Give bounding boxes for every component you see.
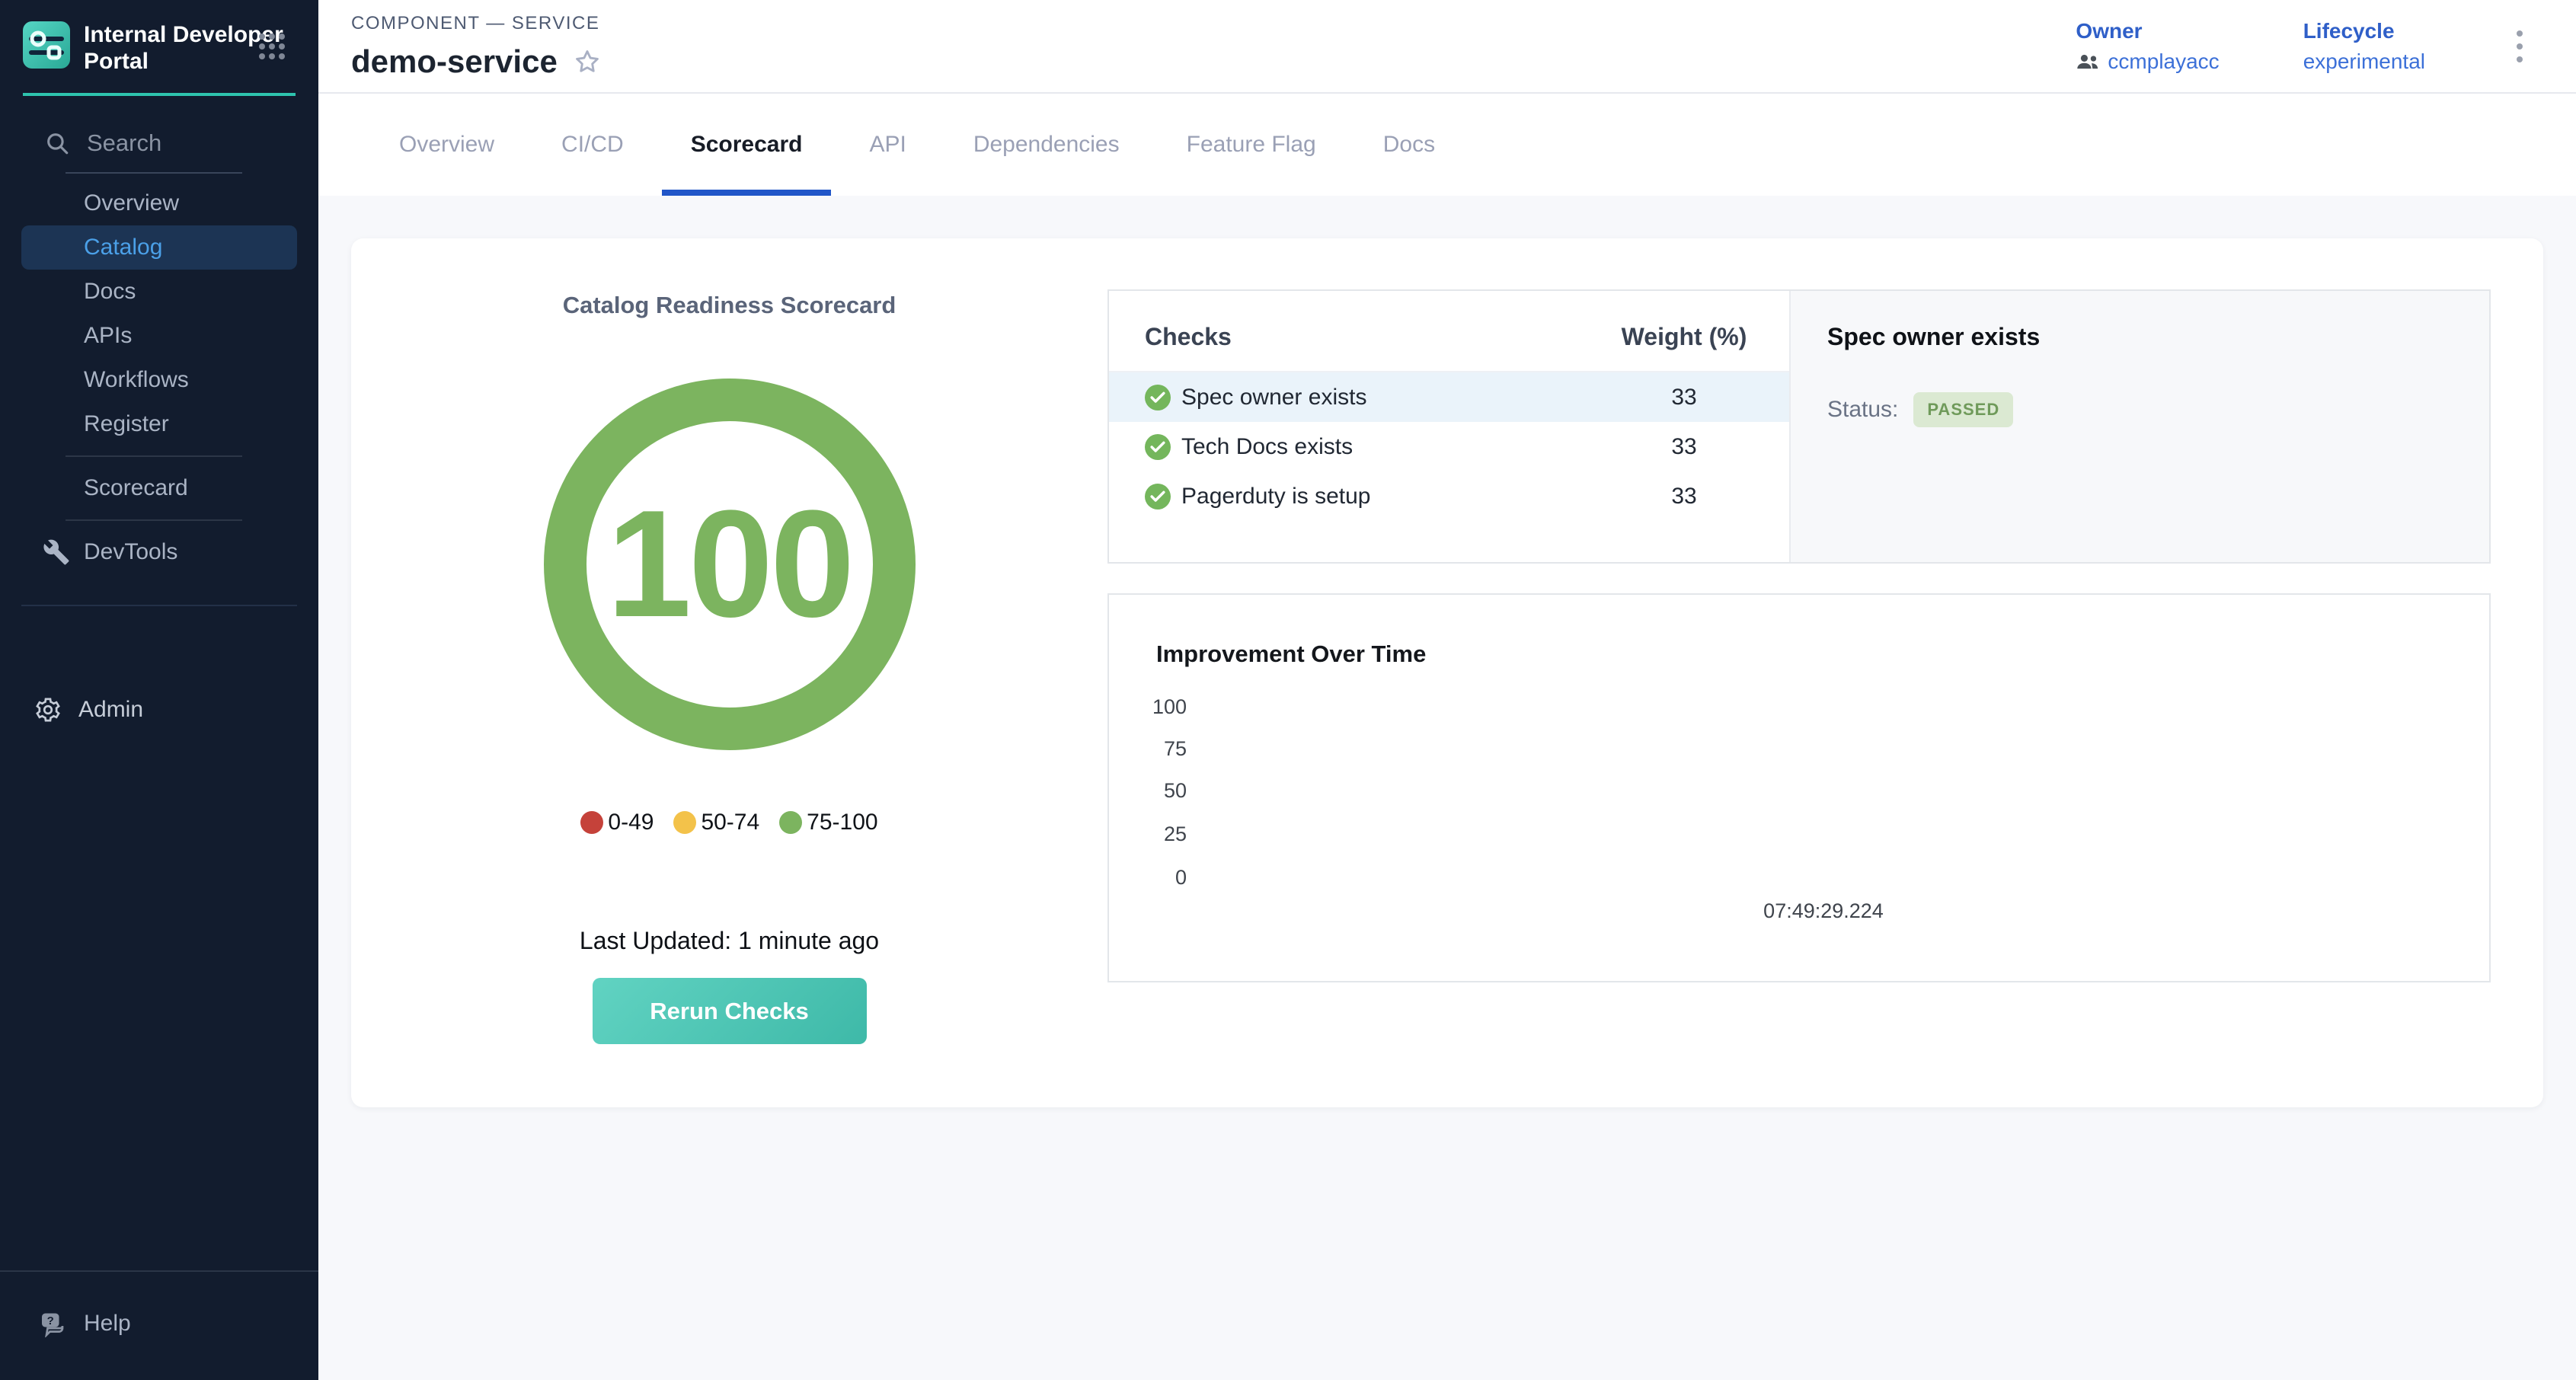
legend-dot-red xyxy=(580,811,603,834)
owner-link[interactable]: ccmplayacc xyxy=(2076,50,2219,74)
lifecycle-value[interactable]: experimental xyxy=(2303,50,2425,74)
score-legend: 0-49 50-74 75-100 xyxy=(580,810,877,835)
search-underline xyxy=(66,172,242,174)
weight-column-header: Weight (%) xyxy=(1612,323,1756,351)
scorecard-card: Catalog Readiness Scorecard 100 0-49 50-… xyxy=(351,238,2543,1107)
owner-label: Owner xyxy=(2076,19,2219,43)
status-label: Status: xyxy=(1827,397,1898,423)
sidebar-item-devtools[interactable]: DevTools xyxy=(0,530,318,574)
help-section: ? Help xyxy=(0,1270,318,1380)
tab-overview[interactable]: Overview xyxy=(366,94,528,196)
more-options-icon[interactable] xyxy=(2509,23,2530,70)
y-axis-tick: 25 xyxy=(1109,823,1187,846)
search-icon xyxy=(44,130,70,156)
check-row-pagerduty[interactable]: Pagerduty is setup 33 xyxy=(1109,471,1789,521)
checks-table-header: Checks Weight (%) xyxy=(1109,291,1789,372)
y-axis-tick: 100 xyxy=(1109,695,1187,719)
tab-cicd[interactable]: CI/CD xyxy=(528,94,657,196)
lifecycle-label: Lifecycle xyxy=(2303,19,2425,43)
legend-dot-yellow xyxy=(673,811,696,834)
sidebar-item-docs[interactable]: Docs xyxy=(0,270,318,314)
portal-logo-icon xyxy=(23,21,70,69)
page-title: demo-service xyxy=(351,43,558,80)
content-area: Catalog Readiness Scorecard 100 0-49 50-… xyxy=(318,196,2576,1380)
sidebar-item-scorecard[interactable]: Scorecard xyxy=(0,466,318,510)
tab-api[interactable]: API xyxy=(836,94,939,196)
y-axis-tick: 0 xyxy=(1109,866,1187,890)
gear-icon xyxy=(34,696,62,724)
last-updated-text: Last Updated: 1 minute ago xyxy=(580,927,879,955)
main-area: COMPONENT — SERVICE demo-service Owner xyxy=(318,0,2576,1380)
sidebar-item-workflows[interactable]: Workflows xyxy=(0,358,318,402)
score-gauge: 100 xyxy=(544,379,916,750)
legend-item-mid: 50-74 xyxy=(673,810,759,835)
svg-text:?: ? xyxy=(47,1315,54,1327)
help-chat-icon: ? xyxy=(38,1310,69,1337)
app-window: Internal Developer Portal Search Overvie… xyxy=(0,0,2576,1380)
check-passed-icon xyxy=(1145,434,1171,460)
sidebar-nav: Overview Catalog Docs APIs Workflows Reg… xyxy=(0,181,318,574)
check-row-spec-owner[interactable]: Spec owner exists 33 xyxy=(1109,372,1789,422)
nav-divider xyxy=(66,455,242,457)
chart-title: Improvement Over Time xyxy=(1156,640,1426,668)
gauge-title: Catalog Readiness Scorecard xyxy=(563,292,896,319)
x-axis-tick: 07:49:29.224 xyxy=(1763,899,1884,923)
rerun-checks-button[interactable]: Rerun Checks xyxy=(593,978,867,1044)
favorite-star-icon[interactable] xyxy=(573,47,602,76)
sidebar-section-divider xyxy=(21,605,297,606)
legend-dot-green xyxy=(779,811,802,834)
sidebar-search[interactable]: Search xyxy=(0,129,318,174)
check-passed-icon xyxy=(1145,484,1171,510)
sidebar-item-apis[interactable]: APIs xyxy=(0,314,318,358)
apps-grid-icon[interactable] xyxy=(259,34,285,59)
checks-column-header: Checks xyxy=(1145,323,1612,351)
people-icon xyxy=(2076,53,2100,71)
check-passed-icon xyxy=(1145,385,1171,410)
tab-scorecard[interactable]: Scorecard xyxy=(657,94,836,196)
owner-meta: Owner ccmplayacc xyxy=(2076,19,2219,74)
y-axis-tick: 50 xyxy=(1109,779,1187,803)
brand: Internal Developer Portal xyxy=(0,0,318,82)
tab-feature-flag[interactable]: Feature Flag xyxy=(1153,94,1350,196)
sidebar-item-register[interactable]: Register xyxy=(0,402,318,446)
score-value: 100 xyxy=(607,477,852,652)
tab-dependencies[interactable]: Dependencies xyxy=(940,94,1153,196)
wrench-icon xyxy=(43,538,70,566)
entity-tabs: Overview CI/CD Scorecard API Dependencie… xyxy=(318,94,2576,196)
check-row-tech-docs[interactable]: Tech Docs exists 33 xyxy=(1109,422,1789,471)
check-detail-panel: Spec owner exists Status: PASSED xyxy=(1789,291,2489,562)
y-axis-tick: 75 xyxy=(1109,737,1187,761)
brand-title: Internal Developer Portal xyxy=(84,21,283,75)
sidebar-item-catalog[interactable]: Catalog xyxy=(21,225,297,270)
brand-divider xyxy=(23,93,296,96)
check-detail-title: Spec owner exists xyxy=(1827,323,2459,351)
improvement-chart: Improvement Over Time 100 75 50 25 0 07:… xyxy=(1107,593,2491,982)
sidebar-item-help[interactable]: ? Help xyxy=(0,1310,318,1337)
sidebar-item-admin[interactable]: Admin xyxy=(0,696,318,724)
entity-header: COMPONENT — SERVICE demo-service Owner xyxy=(318,0,2576,94)
sidebar: Internal Developer Portal Search Overvie… xyxy=(0,0,318,1380)
checks-panels: Checks Weight (%) Spec owner exists xyxy=(1107,289,2491,564)
search-input[interactable]: Search xyxy=(87,129,161,157)
sidebar-item-overview[interactable]: Overview xyxy=(0,181,318,225)
legend-item-low: 0-49 xyxy=(580,810,654,835)
gauge-section: Catalog Readiness Scorecard 100 0-49 50-… xyxy=(351,238,1107,1107)
nav-divider xyxy=(66,519,242,521)
lifecycle-meta: Lifecycle experimental xyxy=(2303,19,2425,74)
status-badge: PASSED xyxy=(1913,392,2013,427)
tab-docs[interactable]: Docs xyxy=(1350,94,1469,196)
checks-table: Checks Weight (%) Spec owner exists xyxy=(1109,291,1789,562)
breadcrumb: COMPONENT — SERVICE xyxy=(351,13,602,34)
legend-item-high: 75-100 xyxy=(779,810,877,835)
checks-section: Checks Weight (%) Spec owner exists xyxy=(1107,238,2543,1107)
